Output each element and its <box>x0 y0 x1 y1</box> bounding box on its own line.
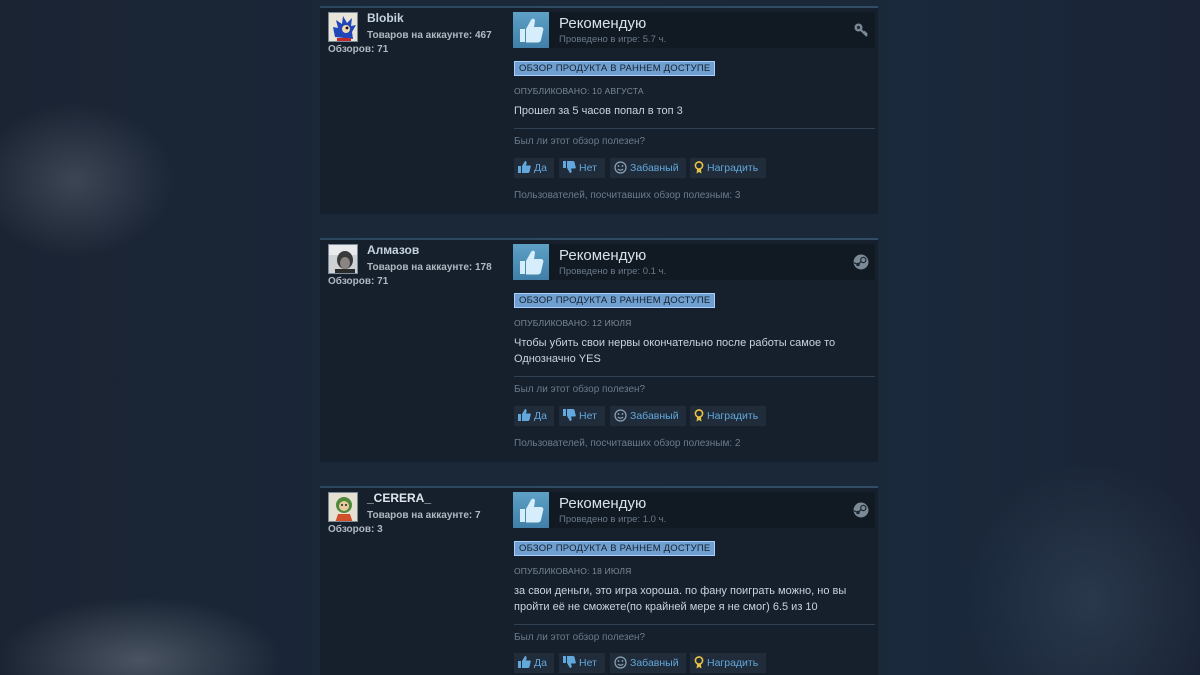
review-header[interactable]: Рекомендую Проведено в игре: 1.0 ч. <box>513 492 875 528</box>
vote-no-label: Нет <box>579 657 597 669</box>
thumbs-up-icon <box>518 409 531 422</box>
review-text: Чтобы убить свои нервы окончательно посл… <box>514 337 836 365</box>
early-access-tag: ОБЗОР ПРОДУКТА В РАННЕМ ДОСТУПЕ <box>514 61 716 76</box>
thumbs-up-icon <box>513 244 549 280</box>
vote-funny-button[interactable]: Забавный <box>610 653 686 673</box>
vote-funny-label: Забавный <box>630 162 679 174</box>
helpful-question: Был ли этот обзор полезен? <box>514 632 646 643</box>
author-name[interactable]: _CERERA_ <box>367 491 431 505</box>
award-label: Наградить <box>707 657 759 669</box>
vote-funny-button[interactable]: Забавный <box>610 158 686 178</box>
award-label: Наградить <box>707 410 759 422</box>
thumbs-up-icon <box>513 12 549 48</box>
divider <box>514 624 875 625</box>
early-access-tag: ОБЗОР ПРОДУКТА В РАННЕМ ДОСТУПЕ <box>514 541 716 556</box>
products-count: Товаров на аккаунте: 7 <box>367 510 481 521</box>
helpful-question: Был ли этот обзор полезен? <box>514 384 646 395</box>
reviews-count[interactable]: Обзоров: 71 <box>328 276 388 287</box>
steam-icon <box>853 502 869 518</box>
vote-yes-label: Да <box>534 410 547 422</box>
vote-yes-label: Да <box>534 657 547 669</box>
vote-no-button[interactable]: Нет <box>559 653 605 673</box>
vote-funny-button[interactable]: Забавный <box>610 406 686 426</box>
posted-date: ОПУБЛИКОВАНО: 12 ИЮЛЯ <box>514 318 632 328</box>
review-header[interactable]: Рекомендую Проведено в игре: 0.1 ч. <box>513 244 875 280</box>
vote-no-label: Нет <box>579 410 597 422</box>
smiley-icon <box>614 409 627 422</box>
helpful-count: Пользователей, посчитавших обзор полезны… <box>514 190 741 201</box>
award-icon <box>694 655 704 669</box>
thumbs-up-icon <box>518 656 531 669</box>
vote-yes-button[interactable]: Да <box>514 158 554 178</box>
thumbs-up-icon <box>513 492 549 528</box>
award-button[interactable]: Наградить <box>690 406 766 426</box>
playtime: Проведено в игре: 0.1 ч. <box>559 266 667 277</box>
review-text: Прошел за 5 часов попал в топ 3 <box>514 105 683 117</box>
portrait-avatar-icon[interactable] <box>328 244 358 274</box>
vote-yes-label: Да <box>534 162 547 174</box>
smiley-icon <box>614 161 627 174</box>
award-button[interactable]: Наградить <box>690 158 766 178</box>
recommend-title: Рекомендую <box>559 495 647 512</box>
products-count: Товаров на аккаунте: 467 <box>367 30 492 41</box>
vote-no-label: Нет <box>579 162 597 174</box>
vote-funny-label: Забавный <box>630 657 679 669</box>
recommend-title: Рекомендую <box>559 15 647 32</box>
vote-yes-button[interactable]: Да <box>514 406 554 426</box>
review-header[interactable]: Рекомендую Проведено в игре: 5.7 ч. <box>513 12 875 48</box>
playtime: Проведено в игре: 1.0 ч. <box>559 514 667 525</box>
hedgehog-avatar-icon[interactable] <box>328 12 358 42</box>
key-icon <box>853 22 869 38</box>
playtime: Проведено в игре: 5.7 ч. <box>559 34 667 45</box>
review-text: за свои деньги, это игра хороша. по фану… <box>514 585 847 613</box>
helpful-count: Пользователей, посчитавших обзор полезны… <box>514 438 741 449</box>
vote-funny-label: Забавный <box>630 410 679 422</box>
award-icon <box>694 408 704 422</box>
thumbs-down-icon <box>563 409 576 422</box>
award-label: Наградить <box>707 162 759 174</box>
helpful-question: Был ли этот обзор полезен? <box>514 136 646 147</box>
reviews-count[interactable]: Обзоров: 3 <box>328 524 383 535</box>
character-avatar-icon[interactable] <box>328 492 358 522</box>
products-count: Товаров на аккаунте: 178 <box>367 262 492 273</box>
divider <box>514 376 875 377</box>
vote-yes-button[interactable]: Да <box>514 653 554 673</box>
vote-no-button[interactable]: Нет <box>559 406 605 426</box>
posted-date: ОПУБЛИКОВАНО: 18 ИЮЛЯ <box>514 566 632 576</box>
smiley-icon <box>614 656 627 669</box>
review-card: Алмазов Товаров на аккаунте: 178 Обзоров… <box>320 238 878 462</box>
reviews-count[interactable]: Обзоров: 71 <box>328 44 388 55</box>
author-name[interactable]: Алмазов <box>367 243 419 257</box>
early-access-tag: ОБЗОР ПРОДУКТА В РАННЕМ ДОСТУПЕ <box>514 293 716 308</box>
award-button[interactable]: Наградить <box>690 653 766 673</box>
thumbs-down-icon <box>563 161 576 174</box>
vote-no-button[interactable]: Нет <box>559 158 605 178</box>
thumbs-up-icon <box>518 161 531 174</box>
review-card: Blobik Товаров на аккаунте: 467 Обзоров:… <box>320 6 878 214</box>
thumbs-down-icon <box>563 656 576 669</box>
author-name[interactable]: Blobik <box>367 11 404 25</box>
steam-icon <box>853 254 869 270</box>
divider <box>514 128 875 129</box>
recommend-title: Рекомендую <box>559 247 647 264</box>
award-icon <box>694 160 704 174</box>
posted-date: ОПУБЛИКОВАНО: 10 АВГУСТА <box>514 86 644 96</box>
review-card: _CERERA_ Товаров на аккаунте: 7 Обзоров:… <box>320 486 878 675</box>
